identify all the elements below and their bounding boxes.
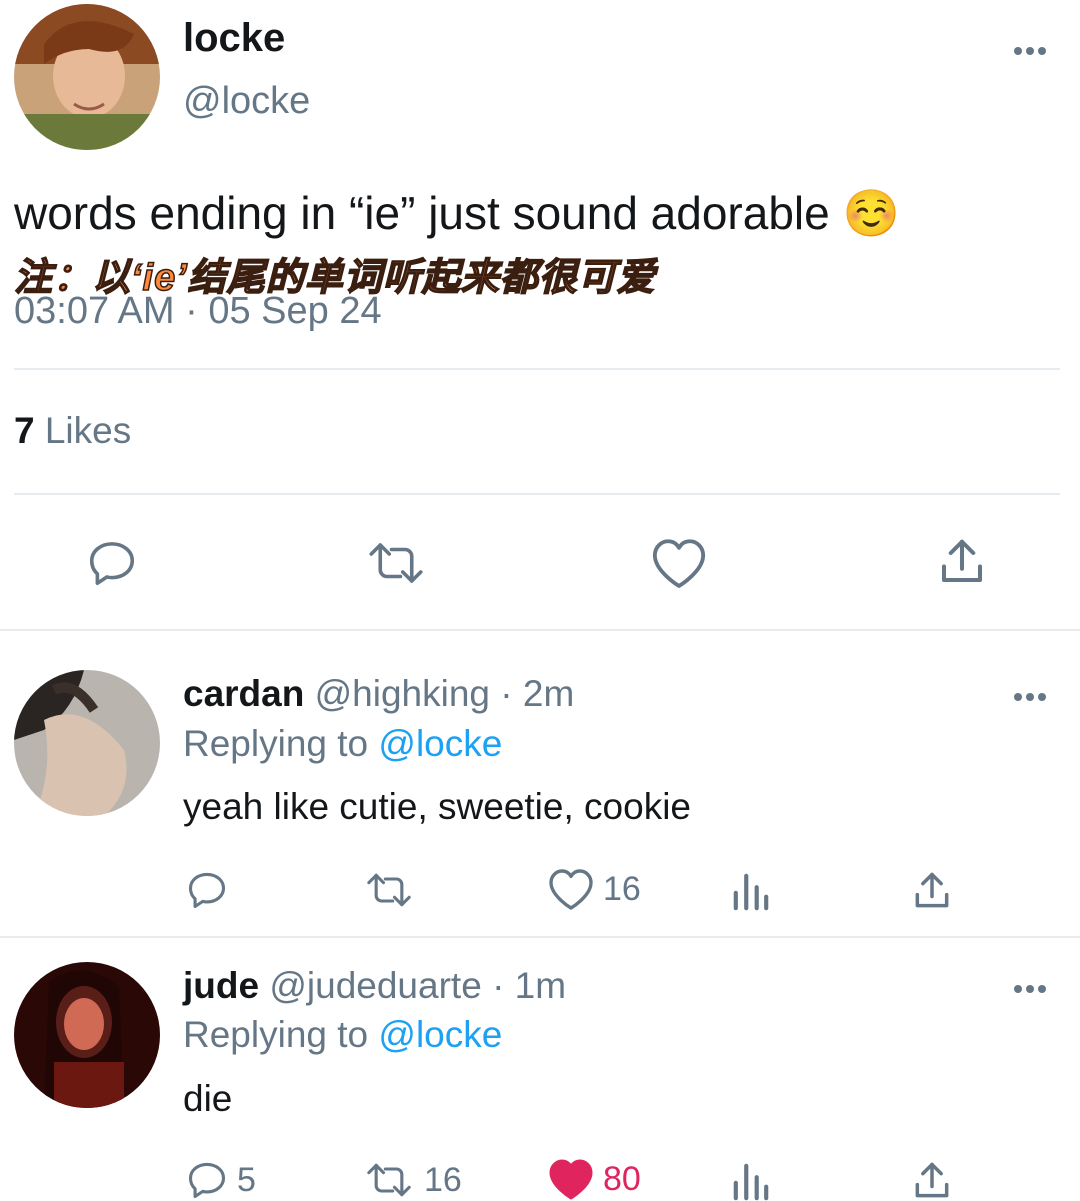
likes-label: Likes — [44, 410, 132, 451]
reply-action[interactable]: 5 — [185, 1158, 256, 1201]
avatar-locke[interactable] — [14, 4, 160, 150]
replying-to: Replying to @locke — [183, 1014, 502, 1056]
analytics-icon[interactable] — [732, 870, 770, 912]
retweet-icon — [362, 1158, 416, 1201]
replying-to-link[interactable]: @locke — [378, 1014, 502, 1055]
retweet-count: 16 — [424, 1160, 462, 1199]
reply-header: cardan @highking · 2m — [183, 673, 574, 715]
reply-icon — [185, 868, 229, 912]
share-icon[interactable] — [910, 868, 954, 914]
divider — [14, 493, 1060, 495]
replying-prefix: Replying to — [183, 723, 369, 764]
reply-text: die — [183, 1078, 233, 1119]
heart-icon[interactable] — [650, 536, 708, 590]
heart-icon — [547, 1156, 595, 1201]
avatar-cardan[interactable] — [14, 670, 160, 816]
share-icon[interactable] — [935, 534, 989, 590]
reply-time[interactable]: · 1m — [492, 965, 566, 1006]
retweet-action[interactable] — [362, 868, 424, 912]
reply-display-name[interactable]: jude — [183, 965, 259, 1006]
divider — [0, 936, 1080, 938]
more-icon[interactable] — [1012, 44, 1048, 62]
likes-summary[interactable]: 7 Likes — [14, 410, 131, 452]
more-icon[interactable] — [1012, 690, 1048, 708]
like-action[interactable]: 16 — [547, 866, 641, 912]
more-icon[interactable] — [1012, 982, 1048, 1000]
reply-display-name[interactable]: cardan — [183, 673, 304, 714]
reply-icon[interactable] — [85, 536, 139, 590]
like-count: 16 — [603, 869, 641, 908]
reply-handle[interactable]: @judeduarte — [269, 965, 481, 1006]
heart-icon — [547, 866, 595, 912]
handle[interactable]: @locke — [183, 80, 310, 123]
like-action[interactable]: 80 — [547, 1156, 641, 1201]
likes-count: 7 — [14, 410, 35, 451]
avatar-jude[interactable] — [14, 962, 160, 1108]
retweet-icon — [362, 868, 416, 912]
reply-time[interactable]: · 2m — [500, 673, 574, 714]
replying-to-link[interactable]: @locke — [378, 723, 502, 764]
reply-header: jude @judeduarte · 1m — [183, 965, 566, 1007]
replying-prefix: Replying to — [183, 1014, 369, 1055]
display-name[interactable]: locke — [183, 16, 285, 61]
replying-to: Replying to @locke — [183, 723, 502, 765]
share-icon[interactable] — [910, 1158, 954, 1201]
reply-count: 5 — [237, 1160, 256, 1199]
reply-action[interactable] — [185, 868, 237, 912]
reply-handle[interactable]: @highking — [315, 673, 490, 714]
retweet-action[interactable]: 16 — [362, 1158, 462, 1201]
retweet-icon[interactable] — [363, 536, 429, 590]
divider — [0, 629, 1080, 631]
divider — [14, 368, 1060, 370]
reply-text: yeah like cutie, sweetie, cookie — [183, 786, 691, 827]
like-count: 80 — [603, 1159, 641, 1198]
tweet-text: words ending in “ie” just sound adorable… — [14, 187, 900, 239]
reply-icon — [185, 1158, 229, 1201]
analytics-icon[interactable] — [732, 1160, 770, 1201]
timestamp[interactable]: 03:07 AM · 05 Sep 24 — [14, 290, 382, 333]
